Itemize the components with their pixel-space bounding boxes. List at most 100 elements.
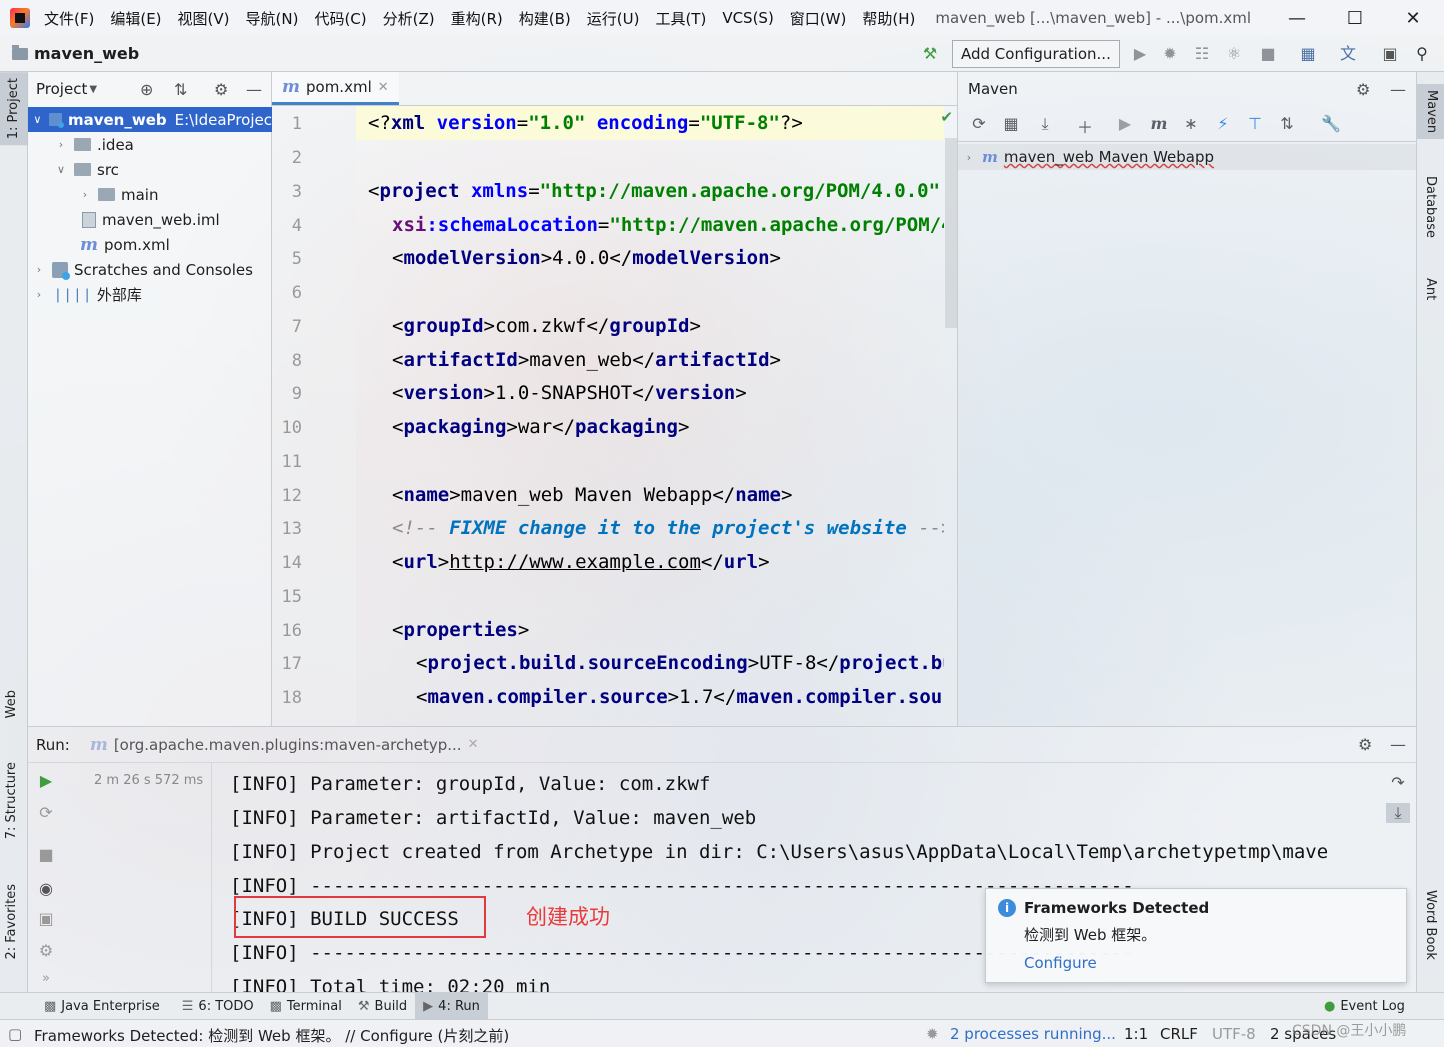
coverage-icon[interactable]: ☷ [1192, 44, 1212, 64]
run-icon[interactable]: ▶ [1130, 44, 1150, 64]
camera-icon[interactable]: ▣ [36, 909, 56, 928]
tab-todo[interactable]: ☰ 6: TODO [174, 993, 262, 1020]
gear-icon[interactable]: ⚙ [1358, 735, 1372, 754]
tab-pom-xml[interactable]: m pom.xml ✕ [272, 72, 399, 105]
status-toggle-icon[interactable]: ▢ [8, 1025, 22, 1043]
tab-word-book[interactable]: Word Book [1423, 890, 1438, 960]
menu-code[interactable]: 代码(C) [314, 8, 366, 29]
tab-structure[interactable]: 7: Structure [4, 762, 19, 839]
show-dependencies-icon[interactable]: ⊤ [1244, 114, 1266, 133]
tab-maven[interactable]: Maven [1417, 84, 1444, 140]
rerun-icon[interactable]: ▶ [36, 771, 56, 790]
collapse-all-icon[interactable]: ⇅ [174, 80, 187, 99]
project-view-selector[interactable]: Project [36, 80, 87, 98]
menu-run[interactable]: 运行(U) [587, 8, 640, 29]
build-hammer-icon[interactable]: ⚒ [920, 44, 940, 64]
gear-icon[interactable]: ⚙ [214, 80, 228, 99]
close-tab-icon[interactable]: ✕ [468, 737, 479, 752]
soft-wrap-icon[interactable]: ↷ [1386, 773, 1410, 792]
menu-navigate[interactable]: 导航(N) [246, 8, 299, 29]
tab-java-enterprise[interactable]: ▩ Java Enterprise [36, 993, 168, 1020]
tree-item-main[interactable]: › main [28, 182, 272, 207]
line-separator[interactable]: CRLF [1160, 1025, 1198, 1043]
settings-icon[interactable]: ⚙ [36, 941, 56, 960]
search-icon[interactable]: ⚲ [1412, 44, 1432, 64]
add-icon[interactable]: ＋ [1074, 114, 1096, 138]
menu-tools[interactable]: 工具(T) [655, 8, 706, 29]
menu-refactor[interactable]: 重构(R) [451, 8, 503, 29]
maximize-button[interactable]: ☐ [1326, 0, 1384, 36]
tab-terminal[interactable]: ▩ Terminal [262, 993, 350, 1020]
tree-item-idea[interactable]: › .idea [28, 132, 272, 157]
chevron-right-icon[interactable]: › [32, 288, 46, 301]
chevron-right-icon[interactable]: › [54, 138, 68, 151]
menu-edit[interactable]: 编辑(E) [110, 8, 161, 29]
more-icon[interactable]: » [36, 971, 56, 986]
close-button[interactable]: ✕ [1384, 0, 1442, 36]
breadcrumb[interactable]: maven_web [12, 44, 139, 63]
profile-icon[interactable]: ⚛ [1224, 44, 1244, 64]
translate-icon[interactable]: 文 [1338, 44, 1358, 64]
chevron-right-icon[interactable]: › [962, 151, 976, 164]
project-structure-icon[interactable]: ▦ [1298, 44, 1318, 64]
tree-item-pom[interactable]: m pom.xml [28, 232, 272, 257]
menu-build[interactable]: 构建(B) [519, 8, 571, 29]
tab-project[interactable]: 1: Project [0, 72, 28, 146]
menu-file[interactable]: 文件(F) [44, 8, 94, 29]
chevron-right-icon[interactable]: › [32, 263, 46, 276]
toggle-window-icon[interactable]: ▣ [1380, 44, 1400, 64]
caret-position[interactable]: 1:1 [1124, 1025, 1148, 1043]
generate-sources-icon[interactable]: ▦ [1000, 114, 1022, 133]
maven-project-row[interactable]: › m maven_web Maven Webapp [958, 144, 1416, 170]
chevron-right-icon[interactable]: › [78, 188, 92, 201]
tab-favorites[interactable]: 2: Favorites [4, 884, 19, 960]
locate-icon[interactable]: ⊕ [140, 80, 153, 99]
menu-help[interactable]: 帮助(H) [862, 8, 915, 29]
chevron-down-icon[interactable]: ▼ [89, 84, 97, 95]
collapse-all-icon[interactable]: ⇅ [1276, 114, 1298, 133]
menu-window[interactable]: 窗口(W) [790, 8, 847, 29]
menu-view[interactable]: 视图(V) [178, 8, 230, 29]
stop-icon[interactable]: ■ [36, 845, 56, 864]
scroll-to-end-icon[interactable]: ⤓ [1386, 803, 1410, 823]
tab-event-log[interactable]: ● Event Log [1316, 993, 1413, 1020]
chevron-down-icon[interactable]: ∨ [54, 163, 68, 176]
tree-item-src[interactable]: ∨ src [28, 157, 272, 182]
configure-link[interactable]: Configure [1024, 954, 1097, 972]
background-processes[interactable]: 2 processes running... [950, 1025, 1116, 1043]
stop-icon[interactable]: ■ [1258, 44, 1278, 64]
toggle-offline-icon[interactable]: ∗ [1180, 114, 1202, 133]
tree-item-scratches[interactable]: › Scratches and Consoles [28, 257, 272, 282]
breadcrumb-project[interactable]: maven_web [34, 44, 139, 63]
download-icon[interactable]: ⤓ [1034, 114, 1056, 134]
debug-icon[interactable]: ✹ [1160, 44, 1180, 64]
hide-panel-icon[interactable]: — [246, 80, 262, 99]
tree-item-maven-web[interactable]: ∨ maven_web E:\IdeaProjec [28, 107, 272, 132]
tab-run[interactable]: ▶ 4: Run [415, 992, 488, 1020]
add-configuration-button[interactable]: Add Configuration... [952, 40, 1120, 68]
wrench-icon[interactable]: 🔧 [1320, 114, 1342, 133]
hide-panel-icon[interactable]: — [1390, 80, 1406, 99]
restart-icon[interactable]: ⟳ [36, 803, 56, 822]
tab-database[interactable]: Database [1423, 176, 1438, 238]
reload-icon[interactable]: ⟳ [968, 114, 990, 133]
chevron-down-icon[interactable]: ∨ [32, 113, 43, 126]
tab-build[interactable]: ⚒ Build [350, 993, 415, 1020]
inspection-ok-icon[interactable]: ✔ [940, 108, 953, 126]
execute-goal-icon[interactable]: m [1148, 114, 1170, 133]
file-encoding[interactable]: UTF-8 [1212, 1025, 1256, 1043]
eye-icon[interactable]: ◉ [36, 879, 56, 898]
tree-item-iml[interactable]: maven_web.iml [28, 207, 272, 232]
tab-web[interactable]: Web [4, 690, 19, 718]
close-tab-icon[interactable]: ✕ [378, 80, 389, 95]
minimize-button[interactable]: — [1268, 0, 1326, 36]
vertical-scrollbar[interactable] [945, 138, 957, 328]
hide-panel-icon[interactable]: — [1390, 735, 1406, 754]
run-tab[interactable]: m [org.apache.maven.plugins:maven-archet… [90, 735, 479, 755]
menu-analyze[interactable]: 分析(Z) [383, 8, 435, 29]
skip-tests-icon[interactable]: ⚡ [1212, 114, 1234, 133]
run-icon[interactable]: ▶ [1114, 114, 1136, 133]
menu-vcs[interactable]: VCS(S) [722, 9, 773, 27]
code-area[interactable]: <?xml version="1.0" encoding="UTF-8"?> <… [356, 106, 944, 726]
status-message[interactable]: Frameworks Detected: 检测到 Web 框架。 // Conf… [34, 1025, 509, 1046]
